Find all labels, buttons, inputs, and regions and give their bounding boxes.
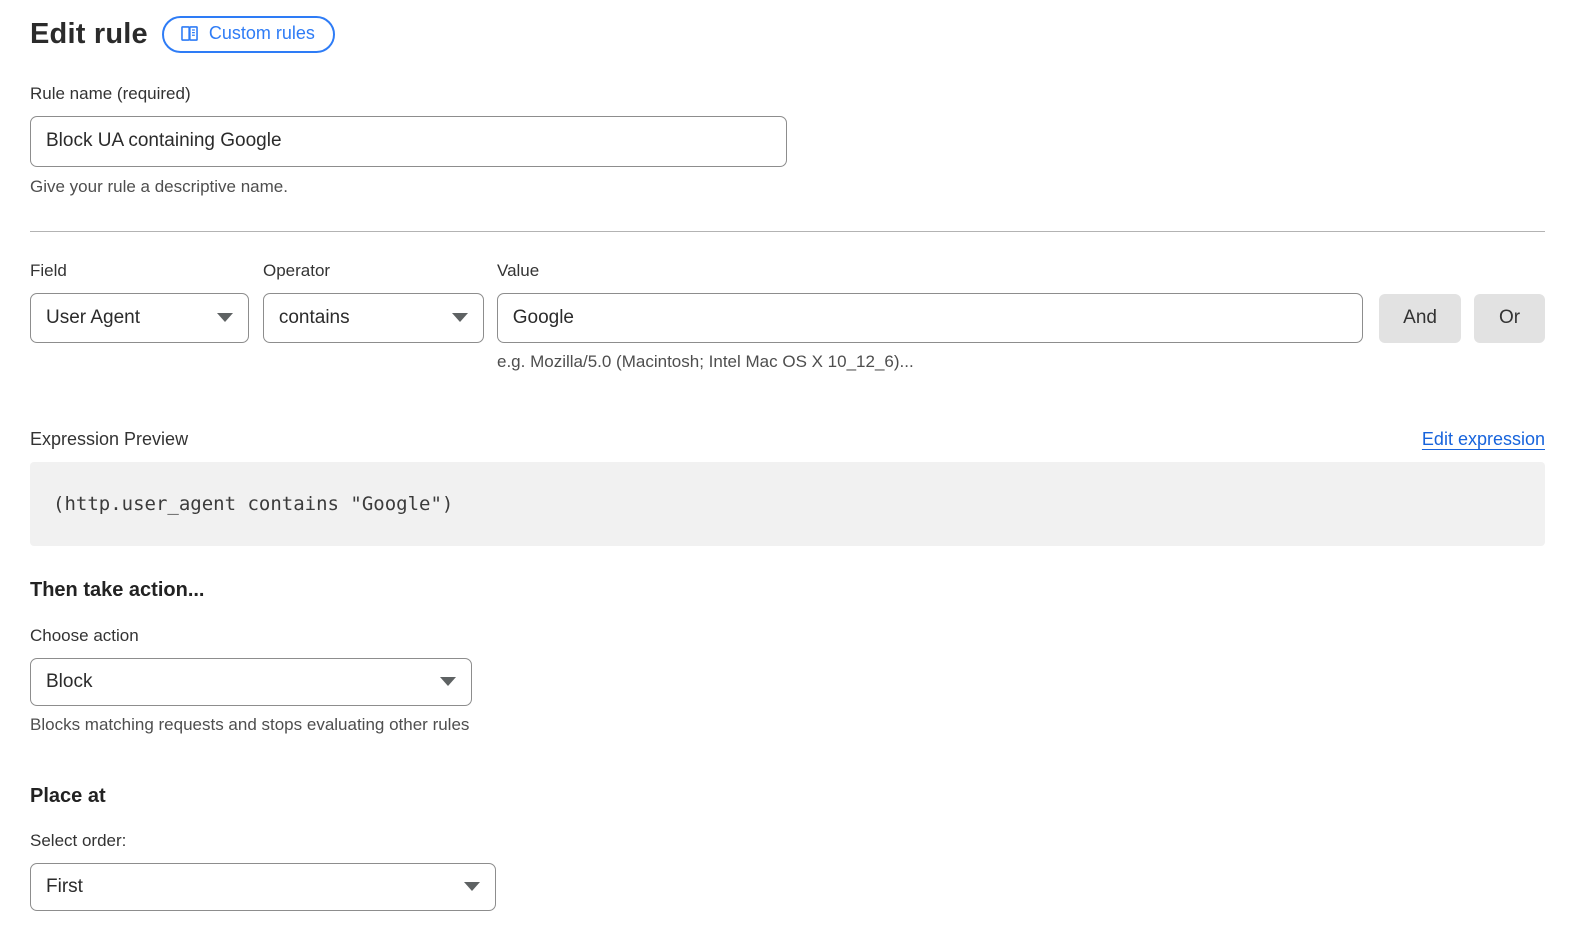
action-select-value: Block [46, 671, 92, 693]
expression-builder: Field Operator Value User Agent contains… [30, 261, 1545, 372]
caret-down-icon [440, 677, 456, 686]
or-button[interactable]: Or [1474, 294, 1545, 343]
value-label: Value [497, 261, 1364, 281]
order-select[interactable]: First [30, 863, 496, 911]
caret-down-icon [464, 882, 480, 891]
expression-preview-box: (http.user_agent contains "Google") [30, 462, 1545, 546]
value-input[interactable] [497, 293, 1363, 343]
expression-preview-label: Expression Preview [30, 429, 188, 450]
open-book-icon [179, 23, 200, 44]
rule-name-help: Give your rule a descriptive name. [30, 177, 1545, 197]
rule-name-label: Rule name (required) [30, 84, 1545, 104]
and-button[interactable]: And [1379, 294, 1461, 343]
field-select-value: User Agent [46, 307, 140, 329]
edit-expression-link[interactable]: Edit expression [1422, 429, 1545, 450]
order-select-value: First [46, 876, 83, 898]
builder-labels-row: Field Operator Value [30, 261, 1545, 293]
page-title: Edit rule [30, 18, 148, 51]
expression-code: (http.user_agent contains "Google") [53, 493, 453, 515]
page-header: Edit rule Custom rules [30, 16, 1545, 53]
action-section: Then take action... Choose action Block … [30, 579, 1545, 735]
value-help: e.g. Mozilla/5.0 (Macintosh; Intel Mac O… [497, 352, 1545, 372]
field-label: Field [30, 261, 249, 281]
action-heading: Then take action... [30, 579, 1545, 602]
custom-rules-badge-label: Custom rules [209, 23, 315, 45]
rule-name-input[interactable] [30, 116, 787, 167]
builder-controls-row: User Agent contains And Or [30, 293, 1545, 343]
place-at-heading: Place at [30, 785, 1545, 808]
caret-down-icon [217, 313, 233, 322]
custom-rules-badge[interactable]: Custom rules [162, 16, 335, 53]
caret-down-icon [452, 313, 468, 322]
operator-label: Operator [263, 261, 484, 281]
placement-section: Place at Select order: First [30, 785, 1545, 911]
field-select[interactable]: User Agent [30, 293, 249, 343]
rule-name-section: Rule name (required) Give your rule a de… [30, 84, 1545, 197]
expression-preview-section: Expression Preview Edit expression (http… [30, 429, 1545, 546]
action-help: Blocks matching requests and stops evalu… [30, 715, 1545, 735]
section-divider [30, 231, 1545, 232]
action-select[interactable]: Block [30, 658, 472, 706]
edit-rule-page: Edit rule Custom rules Rule name (requir… [0, 0, 1587, 952]
operator-select[interactable]: contains [263, 293, 484, 343]
operator-select-value: contains [279, 307, 350, 329]
select-order-label: Select order: [30, 831, 1545, 851]
choose-action-label: Choose action [30, 626, 1545, 646]
